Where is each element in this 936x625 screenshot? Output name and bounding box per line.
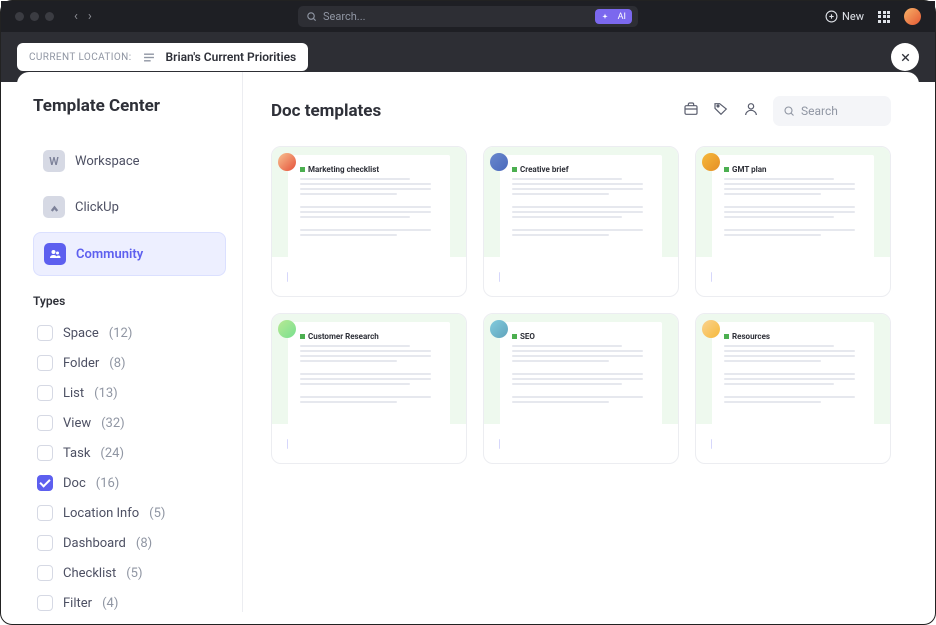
template-search[interactable]: Search	[773, 96, 891, 126]
checkbox[interactable]	[37, 565, 53, 581]
type-location-info[interactable]: Location Info (5)	[33, 498, 226, 528]
type-name: Space	[63, 326, 99, 341]
template-card[interactable]: Creative briefCreative Brief	[483, 146, 679, 297]
window-controls[interactable]	[15, 12, 54, 21]
template-thumbnail: Resources	[696, 314, 890, 424]
type-count: (8)	[109, 356, 125, 371]
new-button[interactable]: New	[825, 10, 864, 23]
author-avatar	[702, 153, 720, 171]
author-avatar	[702, 320, 720, 338]
search-placeholder: Search...	[323, 10, 366, 23]
checkbox[interactable]	[37, 595, 53, 611]
type-count: (5)	[126, 566, 142, 581]
template-thumbnail: Customer Research	[272, 314, 466, 424]
author-avatar	[490, 153, 508, 171]
type-list[interactable]: List (13)	[33, 378, 226, 408]
workspace-icon: W	[43, 150, 65, 172]
type-name: Filter	[63, 596, 92, 611]
template-thumbnail: Marketing checklist	[272, 147, 466, 257]
checkbox[interactable]	[37, 385, 53, 401]
template-thumbnail: SEO	[484, 314, 678, 424]
type-count: (16)	[96, 476, 120, 491]
close-icon	[899, 51, 912, 64]
nav-arrows: ‹ ›	[74, 9, 92, 24]
templates-grid: Marketing checklistMarketing ChecklistCr…	[271, 146, 891, 464]
ai-button[interactable]: AI	[595, 9, 632, 24]
briefcase-icon[interactable]	[683, 101, 699, 121]
type-count: (5)	[149, 506, 165, 521]
tag-icon[interactable]	[713, 101, 729, 121]
type-name: Task	[63, 446, 90, 461]
community-icon	[44, 243, 66, 265]
type-count: (12)	[109, 326, 133, 341]
location-title: Brian's Current Priorities	[166, 50, 297, 64]
type-dashboard[interactable]: Dashboard (8)	[33, 528, 226, 558]
plus-circle-icon	[825, 10, 838, 23]
sparkle-icon	[601, 13, 609, 21]
type-name: Location Info	[63, 506, 139, 521]
author-avatar	[278, 320, 296, 338]
type-name: Dashboard	[63, 536, 126, 551]
template-thumbnail: GMT plan	[696, 147, 890, 257]
types-heading: Types	[33, 294, 226, 308]
search-placeholder: Search	[801, 104, 838, 118]
forward-button[interactable]: ›	[88, 9, 92, 24]
type-checklist[interactable]: Checklist (5)	[33, 558, 226, 588]
close-button[interactable]	[891, 43, 919, 71]
template-thumbnail: Creative brief	[484, 147, 678, 257]
search-icon	[306, 11, 317, 22]
checkbox[interactable]	[37, 415, 53, 431]
template-card[interactable]: SEOSEO	[483, 313, 679, 464]
checkbox[interactable]	[37, 535, 53, 551]
type-task[interactable]: Task (24)	[33, 438, 226, 468]
type-doc[interactable]: Doc (16)	[33, 468, 226, 498]
list-icon	[142, 52, 156, 63]
type-name: Checklist	[63, 566, 116, 581]
type-folder[interactable]: Folder (8)	[33, 348, 226, 378]
source-workspace[interactable]: W Workspace	[33, 140, 226, 182]
type-name: Doc	[63, 476, 86, 491]
search-icon	[783, 105, 795, 117]
checkbox[interactable]	[37, 475, 53, 491]
location-chip[interactable]: CURRENT LOCATION: Brian's Current Priori…	[17, 43, 308, 71]
source-clickup[interactable]: ClickUp	[33, 186, 226, 228]
back-button[interactable]: ‹	[74, 9, 78, 24]
type-count: (24)	[100, 446, 124, 461]
author-avatar	[278, 153, 296, 171]
type-count: (13)	[94, 386, 118, 401]
user-avatar[interactable]	[904, 8, 921, 25]
template-card[interactable]: GMT planGMT Plan	[695, 146, 891, 297]
type-filter[interactable]: Filter (4)	[33, 588, 226, 612]
person-icon[interactable]	[743, 101, 759, 121]
checkbox[interactable]	[37, 505, 53, 521]
template-card[interactable]: Marketing checklistMarketing Checklist	[271, 146, 467, 297]
type-count: (4)	[102, 596, 118, 611]
global-search[interactable]: Search... AI	[298, 6, 638, 27]
location-prefix: CURRENT LOCATION:	[29, 52, 132, 63]
sidebar: Template Center W Workspace ClickUp Comm…	[17, 72, 243, 612]
author-avatar	[490, 320, 508, 338]
main-panel: Doc templates Search Marketing checklist…	[243, 72, 919, 612]
checkbox[interactable]	[37, 355, 53, 371]
clickup-icon	[43, 196, 65, 218]
title-bar: ‹ › Search... AI New	[1, 1, 935, 32]
template-center: Template Center W Workspace ClickUp Comm…	[17, 72, 919, 612]
apps-menu-icon[interactable]	[878, 11, 890, 23]
type-name: Folder	[63, 356, 99, 371]
template-card[interactable]: Customer ResearchCustomer Research	[271, 313, 467, 464]
type-count: (32)	[101, 416, 125, 431]
type-view[interactable]: View (32)	[33, 408, 226, 438]
source-community[interactable]: Community	[33, 232, 226, 276]
type-count: (8)	[136, 536, 152, 551]
type-name: List	[63, 386, 84, 401]
main-heading: Doc templates	[271, 101, 381, 121]
sidebar-title: Template Center	[33, 96, 226, 116]
checkbox[interactable]	[37, 445, 53, 461]
template-card[interactable]: ResourcesResources	[695, 313, 891, 464]
checkbox[interactable]	[37, 325, 53, 341]
type-space[interactable]: Space (12)	[33, 318, 226, 348]
type-name: View	[63, 416, 91, 431]
